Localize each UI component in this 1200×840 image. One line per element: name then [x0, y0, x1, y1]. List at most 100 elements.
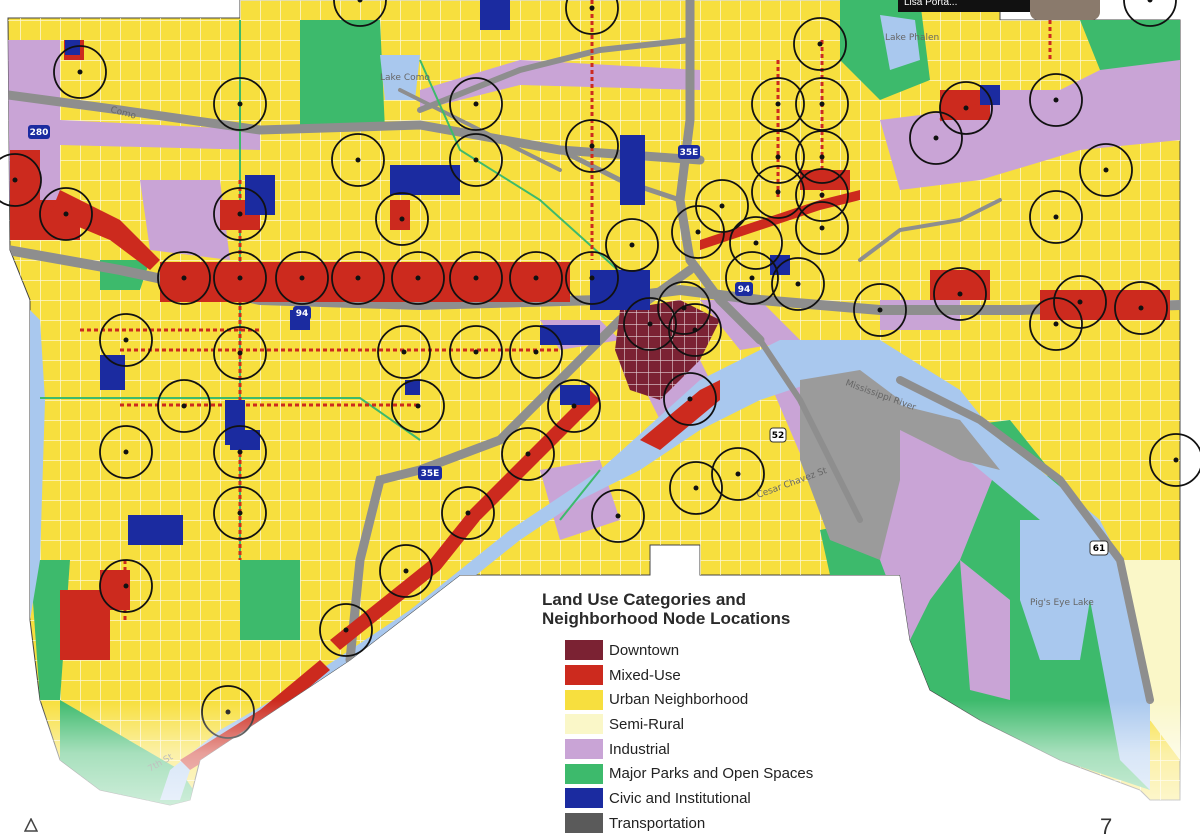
node-center-dot [401, 349, 407, 355]
legend-swatch [565, 640, 603, 661]
legend-label: Urban Neighborhood [609, 691, 749, 709]
node-center-dot [1138, 305, 1144, 311]
node-center-dot [123, 583, 129, 589]
legend-items: Downtown Mixed-Use Urban Neighborhood Semi-… [542, 638, 882, 836]
node-center-dot [1053, 214, 1059, 220]
legend-label: Civic and Institutional [609, 789, 751, 807]
node-center-dot [795, 281, 801, 287]
node-center-dot [123, 337, 129, 343]
node-center-dot [877, 307, 883, 313]
legend-swatch [565, 788, 603, 809]
legend-item: Transportation [565, 811, 882, 836]
node-center-dot [403, 568, 409, 574]
node-center-dot [355, 157, 361, 163]
legend-item: Mixed-Use [565, 663, 882, 688]
legend-item: Downtown [565, 638, 882, 663]
node-center-dot [63, 211, 69, 217]
legend-item: Civic and Institutional [565, 786, 882, 811]
legend-label: Transportation [609, 814, 706, 832]
node-center-dot [225, 709, 231, 715]
legend-swatch [565, 665, 603, 686]
node-center-dot [735, 471, 741, 477]
shield-280: 280 [30, 128, 49, 138]
legend-item: Semi-Rural [565, 712, 882, 737]
node-center-dot [237, 449, 243, 455]
legend-swatch [565, 813, 603, 834]
node-center-dot [615, 513, 621, 519]
node-center-dot [957, 291, 963, 297]
node-center-dot [749, 275, 755, 281]
node-center-dot [123, 449, 129, 455]
node-center-dot [465, 510, 471, 516]
node-center-dot [647, 321, 653, 327]
legend-item: Urban Neighborhood [565, 687, 882, 712]
shield-94-east: 94 [738, 285, 751, 295]
node-center-dot [817, 41, 823, 47]
node-center-dot [299, 275, 305, 281]
node-center-dot [963, 105, 969, 111]
node-center-dot [571, 403, 577, 409]
legend-label: Downtown [609, 641, 680, 659]
legend-label: Semi-Rural [609, 715, 685, 733]
legend-title-line2: Neighborhood Node Locations [542, 609, 791, 628]
node-center-dot [1103, 167, 1109, 173]
node-center-dot [473, 101, 479, 107]
node-center-dot [237, 275, 243, 281]
legend-swatch [565, 739, 603, 760]
node-center-dot [237, 101, 243, 107]
node-center-dot [533, 349, 539, 355]
node-center-dot [1053, 97, 1059, 103]
legend-label: Major Parks and Open Spaces [609, 765, 814, 783]
node-center-dot [692, 327, 698, 333]
node-center-dot [415, 275, 421, 281]
node-center-dot [181, 275, 187, 281]
node-center-dot [473, 157, 479, 163]
node-center-dot [775, 154, 781, 160]
node-center-dot [12, 177, 18, 183]
node-center-dot [819, 101, 825, 107]
node-center-dot [237, 211, 243, 217]
shield-61: 61 [1093, 544, 1106, 554]
node-center-dot [1053, 321, 1059, 327]
shield-52: 52 [772, 431, 785, 441]
node-center-dot [533, 275, 539, 281]
shield-35e-south: 35E [421, 469, 440, 479]
node-center-dot [415, 403, 421, 409]
node-center-dot [589, 5, 595, 11]
node-center-dot [1173, 457, 1179, 463]
node-center-dot [589, 143, 595, 149]
node-center-dot [343, 627, 349, 633]
node-center-dot [77, 69, 83, 75]
node-center-dot [589, 275, 595, 281]
legend-swatch [565, 763, 603, 784]
legend-swatch [565, 714, 603, 735]
node-center-dot [237, 350, 243, 356]
legend-label: Mixed-Use [609, 666, 681, 684]
node-center-dot [687, 396, 693, 402]
page-number: 7 [1100, 814, 1113, 839]
node-center-dot [1077, 299, 1083, 305]
speaker-name: Lisa Porta... [904, 0, 958, 8]
node-center-dot [933, 135, 939, 141]
node-center-dot [355, 275, 361, 281]
node-center-dot [525, 451, 531, 457]
legend-title: Land Use Categories and Neighborhood Nod… [542, 590, 882, 628]
legend-title-line1: Land Use Categories and [542, 590, 747, 609]
node-center-dot [629, 242, 635, 248]
node-center-dot [719, 203, 725, 209]
slide-logo-icon [24, 818, 38, 832]
label-pigs-eye-lake: Pig's Eye Lake [1030, 598, 1094, 608]
shield-94-west: 94 [296, 309, 309, 319]
node-center-dot [819, 225, 825, 231]
legend-label: Industrial [609, 740, 670, 758]
node-center-dot [473, 275, 479, 281]
node-center-dot [775, 189, 781, 195]
node-center-dot [473, 349, 479, 355]
shield-35e-north: 35E [680, 148, 699, 158]
node-center-dot [819, 154, 825, 160]
legend-item: Major Parks and Open Spaces [565, 761, 882, 786]
speaker-video-thumbnail[interactable] [1030, 0, 1100, 20]
node-center-dot [695, 229, 701, 235]
node-center-dot [775, 101, 781, 107]
node-center-dot [753, 240, 759, 246]
